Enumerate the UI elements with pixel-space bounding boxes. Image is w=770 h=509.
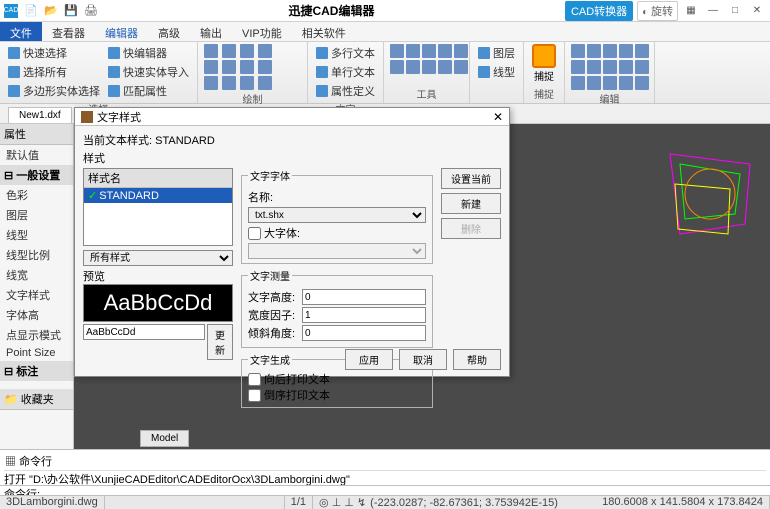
set-current-button[interactable]: 设置当前 <box>441 168 501 189</box>
cmd-title: 命令行 <box>19 456 52 468</box>
cad-convert-button[interactable]: CAD转换器 <box>565 1 633 21</box>
delete-button[interactable]: 删除 <box>441 218 501 239</box>
singleline-text[interactable]: 单行文本 <box>314 63 377 81</box>
properties-panel: 属性 默认值 ⊟ 一般设置 色彩 图层 线型 线型比例 线宽 文字样式 字体高 … <box>0 124 74 449</box>
current-style-label: 当前文本样式: <box>83 135 152 147</box>
text-style-dialog: 文字样式 ✕ 当前文本样式: STANDARD 样式 样式名 STANDARD … <box>74 107 510 377</box>
upside-checkbox[interactable] <box>248 389 261 402</box>
tab-vip[interactable]: VIP功能 <box>232 22 292 41</box>
status-dims: 180.6008 x 141.5804 x 173.8424 <box>596 496 770 509</box>
style-filter-select[interactable]: 所有样式 <box>83 250 233 266</box>
dialog-title: 文字样式 <box>97 109 141 125</box>
tab-output[interactable]: 输出 <box>190 22 232 41</box>
linetype-btn[interactable]: 线型 <box>476 63 517 81</box>
height-input[interactable] <box>302 289 426 305</box>
cancel-button[interactable]: 取消 <box>399 349 447 370</box>
preview-label: 预览 <box>83 268 233 284</box>
apply-button[interactable]: 应用 <box>345 349 393 370</box>
props-title: 属性 <box>0 124 73 145</box>
tab-advanced[interactable]: 高级 <box>148 22 190 41</box>
prop-item[interactable]: 点显示模式 <box>0 325 73 345</box>
prop-item[interactable]: Point Size <box>0 345 73 361</box>
app-icon: CAD <box>4 4 18 18</box>
new-icon[interactable]: 📄 <box>24 4 38 18</box>
print-icon[interactable]: 🖨 <box>84 4 98 18</box>
prop-item[interactable]: 线型 <box>0 225 73 245</box>
minimize-icon[interactable]: — <box>704 3 722 19</box>
statusbar: 3DLamborgini.dwg 1/1 ◎ ⊥ ⊥ ↯ (-223.0287;… <box>0 495 770 509</box>
status-ratio: 1/1 <box>285 496 313 509</box>
oblique-input[interactable] <box>302 325 426 341</box>
tab-editor[interactable]: 编辑器 <box>95 22 148 41</box>
poly-select[interactable]: 多边形实体选择 <box>6 82 102 100</box>
layer-btn[interactable]: 图层 <box>476 44 517 62</box>
app-title: 迅捷CAD编辑器 <box>98 2 565 19</box>
prop-item[interactable]: 线宽 <box>0 265 73 285</box>
status-tools[interactable]: ◎ ⊥ ⊥ ↯ (-223.0287; -82.67361; 3.753942E… <box>313 496 596 509</box>
favorites-title: 📁 收藏夹 <box>0 389 73 410</box>
snap-button[interactable]: 捕捉 <box>530 44 558 83</box>
props-general[interactable]: ⊟ 一般设置 <box>0 165 73 185</box>
prop-item[interactable]: 线型比例 <box>0 245 73 265</box>
quick-editor[interactable]: 快编辑器 <box>106 44 191 62</box>
ribbon-group-text: 多行文本 单行文本 属性定义 文字 <box>308 42 384 103</box>
ribbon-group-linetype: 图层 线型 <box>470 42 524 103</box>
drawing-preview <box>660 144 760 264</box>
rotate-button[interactable]: ◐ 旋转 <box>637 1 678 21</box>
style-label: 样式 <box>83 150 501 166</box>
status-coords: (-223.0287; -82.67361; 3.753942E-15) <box>370 497 558 509</box>
style-list-item[interactable]: STANDARD <box>84 188 232 203</box>
font-group: 文字字体 名称: txt.shx 大字体: <box>241 168 433 264</box>
layout-icon[interactable]: ▦ <box>682 3 700 19</box>
style-list[interactable]: 样式名 STANDARD <box>83 168 233 246</box>
prop-item[interactable]: 字体高 <box>0 305 73 325</box>
update-button[interactable]: 更新 <box>207 324 233 360</box>
tab-related[interactable]: 相关软件 <box>292 22 356 41</box>
bigfont-checkbox[interactable] <box>248 227 261 240</box>
command-panel: ▦ 命令行 打开 "D:\办公软件\XunjieCADEditor\CADEdi… <box>0 449 770 489</box>
preview-input[interactable] <box>83 324 205 340</box>
tab-viewer[interactable]: 查看器 <box>42 22 95 41</box>
dialog-icon <box>81 111 93 123</box>
menu-tabs: 文件 查看器 编辑器 高级 输出 VIP功能 相关软件 <box>0 22 770 42</box>
tab-file[interactable]: 文件 <box>0 22 42 41</box>
current-style-value: STANDARD <box>155 135 215 147</box>
dialog-close-icon[interactable]: ✕ <box>493 110 503 124</box>
props-marker[interactable]: ⊟ 标注 <box>0 361 73 381</box>
ribbon: 快速选择 选择所有 多边形实体选择 快编辑器 快速实体导入 匹配属性 选择 绘制… <box>0 42 770 104</box>
model-tab[interactable]: Model <box>140 430 189 447</box>
close-icon[interactable]: ✕ <box>748 3 766 19</box>
width-input[interactable] <box>302 307 426 323</box>
ribbon-group-snap: 捕捉 捕捉 <box>524 42 565 103</box>
status-file: 3DLamborgini.dwg <box>0 496 105 509</box>
ribbon-group-tools: 工具 <box>384 42 470 103</box>
quick-import[interactable]: 快速实体导入 <box>106 63 191 81</box>
ribbon-group-draw: 绘制 <box>198 42 308 103</box>
prop-item[interactable]: 色彩 <box>0 185 73 205</box>
measure-group: 文字测量 文字高度: 宽度因子: 倾斜角度: <box>241 268 433 348</box>
dialog-titlebar[interactable]: 文字样式 ✕ <box>75 108 509 126</box>
props-default: 默认值 <box>0 145 73 165</box>
preview-box: AaBbCcDd <box>83 284 233 322</box>
prop-def[interactable]: 属性定义 <box>314 82 377 100</box>
ribbon-group-select: 快速选择 选择所有 多边形实体选择 快编辑器 快速实体导入 匹配属性 选择 <box>0 42 198 103</box>
backward-checkbox[interactable] <box>248 373 261 386</box>
match-props[interactable]: 匹配属性 <box>106 82 191 100</box>
font-name-select[interactable]: txt.shx <box>248 207 426 223</box>
select-all[interactable]: 选择所有 <box>6 63 102 81</box>
style-list-header: 样式名 <box>84 169 232 188</box>
doc-tab[interactable]: New1.dxf <box>8 107 72 123</box>
titlebar: CAD 📄 📂 💾 🖨 迅捷CAD编辑器 CAD转换器 ◐ 旋转 ▦ — □ ✕ <box>0 0 770 22</box>
help-button[interactable]: 帮助 <box>453 349 501 370</box>
quick-select[interactable]: 快速选择 <box>6 44 102 62</box>
multiline-text[interactable]: 多行文本 <box>314 44 377 62</box>
ribbon-group-edit: 编辑 <box>565 42 655 103</box>
bigfont-select[interactable] <box>248 243 426 259</box>
new-button[interactable]: 新建 <box>441 193 501 214</box>
maximize-icon[interactable]: □ <box>726 3 744 19</box>
prop-item[interactable]: 图层 <box>0 205 73 225</box>
prop-item[interactable]: 文字样式 <box>0 285 73 305</box>
save-icon[interactable]: 💾 <box>64 4 78 18</box>
open-icon[interactable]: 📂 <box>44 4 58 18</box>
